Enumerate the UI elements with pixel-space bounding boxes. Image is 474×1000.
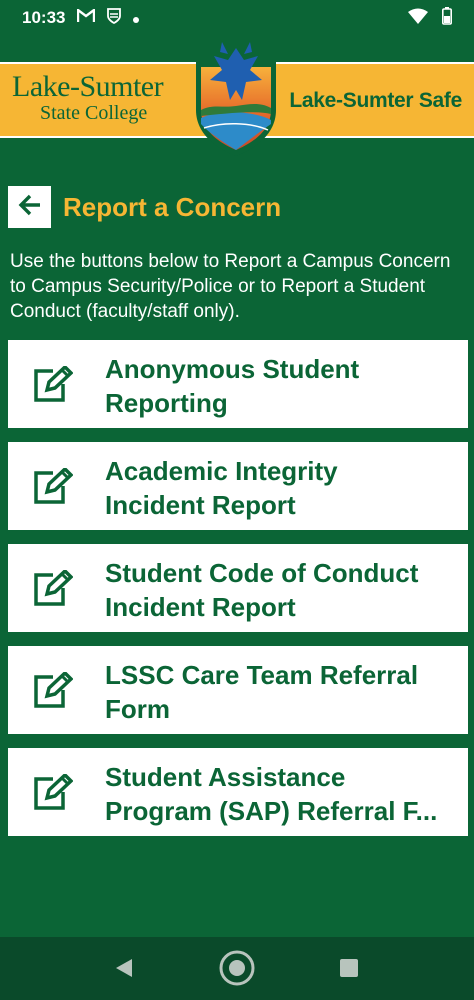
shield-app-icon bbox=[107, 7, 122, 29]
edit-icon bbox=[33, 670, 74, 708]
button-label-line-2: Form bbox=[105, 694, 170, 724]
status-bar: 10:33 bbox=[0, 0, 474, 36]
college-logo: Lake-Sumter State College bbox=[12, 70, 164, 125]
triangle-back-icon bbox=[115, 958, 133, 983]
back-button[interactable] bbox=[8, 186, 51, 228]
button-label-line-1: Anonymous Student bbox=[105, 354, 360, 384]
edit-icon bbox=[33, 568, 74, 606]
gmail-icon bbox=[77, 7, 96, 28]
button-label-line-1: Academic Integrity bbox=[105, 456, 338, 486]
edit-icon bbox=[33, 466, 74, 504]
button-label-line-1: LSSC Care Team Referral bbox=[105, 660, 419, 690]
button-label-line-2: Reporting bbox=[105, 388, 228, 418]
edit-icon bbox=[33, 364, 74, 402]
logo-line-1: Lake-Sumter bbox=[12, 70, 164, 103]
hawk-crest-icon bbox=[192, 40, 280, 158]
system-nav-bar bbox=[0, 937, 474, 1000]
button-label-line-2: Incident Report bbox=[105, 592, 296, 622]
button-label-line-1: Student Assistance bbox=[105, 762, 346, 792]
student-conduct-report-button[interactable]: Student Code of Conduct Incident Report bbox=[8, 544, 468, 632]
button-label-line-2: Program (SAP) Referral F... bbox=[105, 796, 438, 826]
circle-home-icon bbox=[218, 949, 256, 992]
nav-recents-button[interactable] bbox=[329, 950, 369, 990]
button-label-line-1: Student Code of Conduct bbox=[105, 558, 419, 588]
page-title: Report a Concern bbox=[63, 191, 282, 222]
anonymous-student-reporting-button[interactable]: Anonymous Student Reporting bbox=[8, 340, 468, 428]
report-button-list: Anonymous Student Reporting Academic Int… bbox=[8, 340, 468, 850]
square-recents-icon bbox=[340, 958, 358, 982]
intro-text: Use the buttons below to Report a Campus… bbox=[10, 251, 451, 322]
logo-line-2: State College bbox=[40, 102, 148, 124]
edit-icon bbox=[33, 772, 74, 810]
nav-back-button[interactable] bbox=[104, 950, 144, 990]
app-name: Lake-Sumter Safe bbox=[289, 89, 462, 112]
page-header: Report a Concern bbox=[8, 186, 281, 228]
care-team-referral-button[interactable]: LSSC Care Team Referral Form bbox=[8, 646, 468, 734]
wifi-icon bbox=[408, 8, 428, 29]
nav-home-button[interactable] bbox=[217, 950, 257, 990]
academic-integrity-report-button[interactable]: Academic Integrity Incident Report bbox=[8, 442, 468, 530]
button-label-line-2: Incident Report bbox=[105, 490, 296, 520]
status-time: 10:33 bbox=[22, 8, 66, 27]
sap-referral-button[interactable]: Student Assistance Program (SAP) Referra… bbox=[8, 748, 468, 836]
battery-icon bbox=[442, 6, 452, 30]
arrow-left-icon bbox=[18, 194, 42, 221]
dot-icon bbox=[133, 8, 140, 28]
